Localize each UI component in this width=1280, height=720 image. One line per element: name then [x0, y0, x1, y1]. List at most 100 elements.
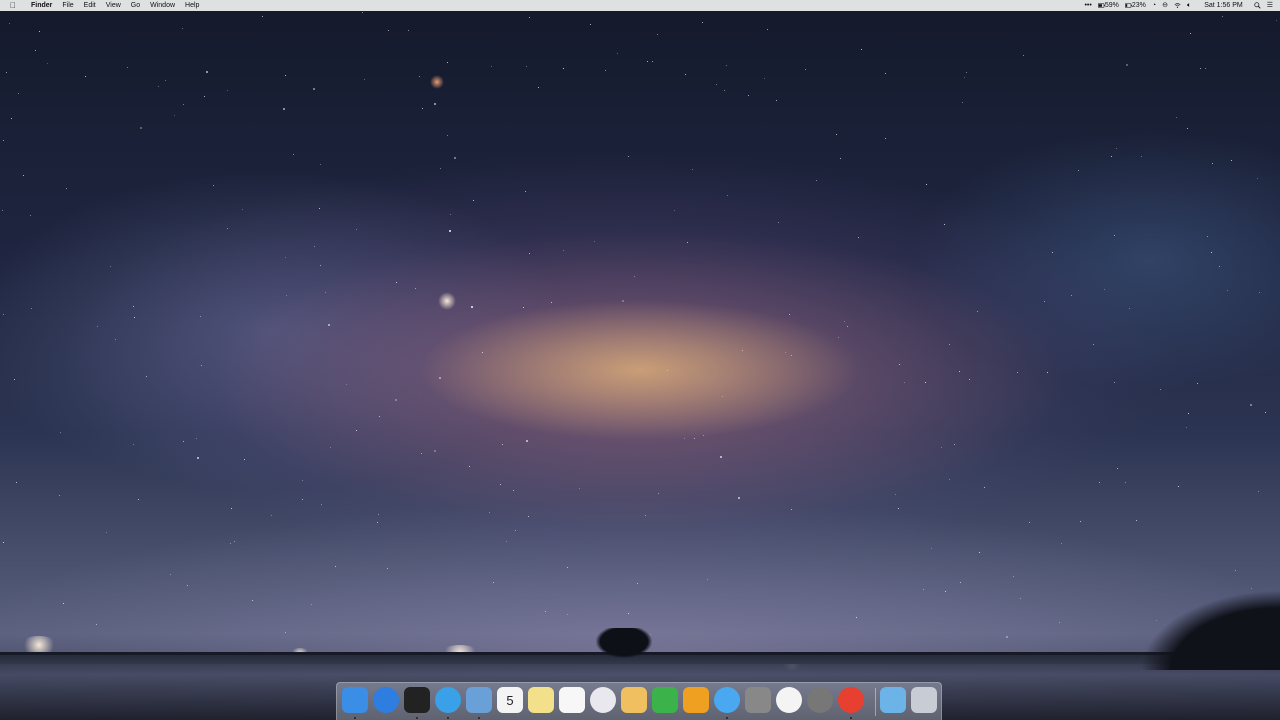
star: [506, 541, 507, 542]
chrome-icon[interactable]: [838, 687, 864, 713]
star: [502, 444, 503, 445]
downloads-folder-icon[interactable]: [880, 687, 906, 713]
menu-edit[interactable]: Edit: [79, 0, 101, 11]
star: [525, 191, 526, 192]
archive-utility-icon[interactable]: [745, 687, 771, 713]
star: [785, 352, 786, 353]
app-store-icon[interactable]: [373, 687, 399, 713]
star: [966, 72, 967, 73]
star: [1099, 482, 1100, 483]
star: [764, 78, 765, 79]
star: [378, 514, 379, 515]
star: [335, 566, 336, 567]
star: [895, 494, 896, 495]
star: [667, 370, 668, 371]
star: [285, 257, 286, 258]
star: [959, 371, 960, 372]
star: [1080, 521, 1081, 522]
apple-menu-icon[interactable]: : [0, 1, 26, 10]
star: [197, 457, 199, 459]
star: [724, 90, 725, 91]
battery-percent-right: 23%: [1131, 2, 1146, 9]
star: [515, 530, 516, 531]
itunes-icon[interactable]: [590, 687, 616, 713]
battery-status-right[interactable]: 23%: [1124, 0, 1146, 11]
activity-monitor-icon[interactable]: [404, 687, 430, 713]
star: [196, 438, 197, 439]
star: [1071, 295, 1072, 296]
wifi-icon[interactable]: [1174, 0, 1181, 11]
menu-help[interactable]: Help: [180, 0, 204, 11]
star: [1212, 163, 1213, 164]
star: [39, 31, 40, 32]
more-icon[interactable]: •••: [1084, 0, 1091, 11]
star: [377, 522, 378, 523]
star: [634, 276, 635, 277]
tes-icon[interactable]: [683, 687, 709, 713]
pages-icon[interactable]: [621, 687, 647, 713]
star: [702, 22, 703, 23]
running-indicator: [354, 717, 356, 719]
calendar-icon[interactable]: 5: [497, 687, 523, 713]
star: [703, 435, 704, 436]
star: [590, 24, 591, 25]
numbers-icon[interactable]: [652, 687, 678, 713]
star: [204, 96, 205, 97]
system-preferences-icon[interactable]: [807, 687, 833, 713]
messages-icon[interactable]: [714, 687, 740, 713]
star: [30, 215, 31, 216]
star: [302, 480, 303, 481]
menu-file[interactable]: File: [57, 0, 78, 11]
star: [1013, 576, 1014, 577]
star: [106, 532, 107, 533]
star: [96, 624, 97, 625]
star: [1258, 491, 1259, 492]
menu-window[interactable]: Window: [145, 0, 180, 11]
star: [283, 108, 285, 110]
notes-icon[interactable]: [528, 687, 554, 713]
star: [1114, 382, 1115, 383]
volume-icon[interactable]: 🔈︎: [1187, 0, 1191, 11]
star: [387, 568, 388, 569]
star: [200, 316, 201, 317]
preview-icon[interactable]: [466, 687, 492, 713]
star: [18, 93, 19, 94]
star: [977, 311, 978, 312]
star: [1188, 413, 1189, 414]
star: [526, 66, 527, 67]
time-machine-icon[interactable]: ◔: [1152, 0, 1156, 11]
star: [707, 579, 708, 580]
star: [3, 314, 4, 315]
menu-view[interactable]: View: [101, 0, 126, 11]
star: [471, 306, 473, 308]
reminders-icon[interactable]: [559, 687, 585, 713]
star: [579, 488, 580, 489]
spotlight-search-icon[interactable]: [1254, 0, 1261, 11]
app-menu-finder[interactable]: Finder: [26, 0, 57, 11]
star: [1235, 570, 1236, 571]
star: [716, 84, 717, 85]
do-not-disturb-icon[interactable]: ⊖: [1162, 0, 1168, 11]
clock[interactable]: Sat 1:56 PM: [1204, 0, 1243, 11]
running-indicator: [726, 717, 728, 719]
star: [538, 87, 539, 88]
finder-icon[interactable]: [342, 687, 368, 713]
star: [473, 200, 474, 201]
notification-center-icon[interactable]: ☰: [1267, 0, 1273, 11]
star: [97, 326, 98, 327]
trash-icon[interactable]: [911, 687, 937, 713]
star: [1125, 482, 1126, 483]
battery-status-left[interactable]: 59%: [1097, 0, 1119, 11]
star: [1116, 148, 1117, 149]
star: [551, 302, 552, 303]
star: [1176, 117, 1177, 118]
star: [949, 479, 950, 480]
star: [396, 282, 397, 283]
star: [165, 80, 166, 81]
star: [1265, 412, 1266, 413]
star: [529, 17, 530, 18]
safari-icon[interactable]: [435, 687, 461, 713]
menu-go[interactable]: Go: [126, 0, 145, 11]
running-indicator: [416, 717, 418, 719]
photos-icon[interactable]: [776, 687, 802, 713]
